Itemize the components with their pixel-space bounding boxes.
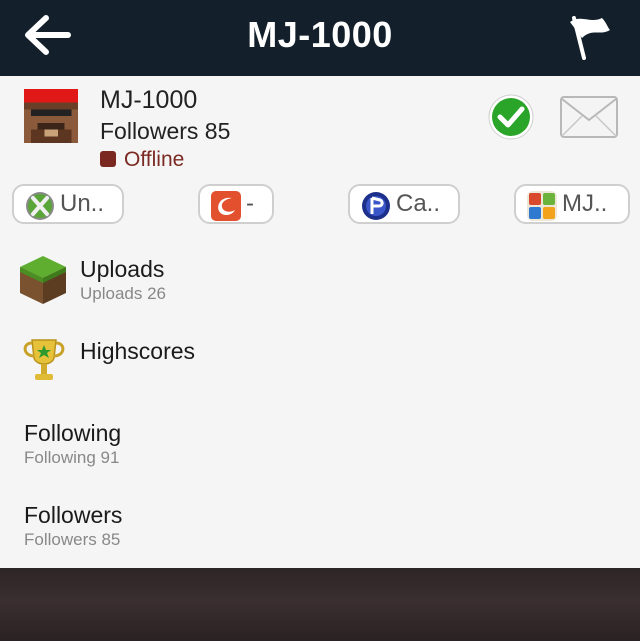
platform-chip-label: Un.. (60, 190, 105, 217)
menu-row-uploads[interactable]: Uploads Uploads 26 (0, 246, 640, 326)
playstation-icon (362, 192, 390, 220)
platform-chip-playstation[interactable]: Ca.. (348, 184, 460, 224)
platform-chip-game-center[interactable]: MJ.. (514, 184, 630, 224)
footer-background (0, 568, 640, 641)
xbox-icon (26, 192, 54, 220)
profile-followers-count: Followers 85 (100, 118, 231, 144)
grass-block-icon (20, 256, 66, 304)
page-title: MJ-1000 (247, 14, 393, 55)
checkmark-icon[interactable] (487, 93, 535, 141)
menu-row-title: Highscores (80, 338, 196, 364)
status-dot-icon (100, 151, 116, 167)
platform-chip-label: MJ.. (562, 190, 608, 217)
menu-row-subtitle: Following 91 (24, 448, 120, 467)
menu-row-subtitle: Followers 85 (24, 530, 121, 549)
avatar[interactable] (24, 89, 78, 143)
menu-row-highscores[interactable]: Highscores (0, 328, 640, 408)
platform-chip-label: - (246, 190, 254, 217)
menu-row-title: Following (24, 420, 122, 446)
origin-icon (211, 191, 241, 221)
platform-chip-label: Ca.. (396, 190, 441, 217)
status-indicator: Offline (100, 148, 184, 172)
profile-header: MJ-1000 Followers 85 Offline (0, 76, 640, 176)
menu-row-title: Uploads (80, 256, 165, 282)
menu-row-followers[interactable]: Followers Followers 85 (0, 492, 640, 572)
profile-name: MJ-1000 (100, 86, 198, 114)
menu-row-following[interactable]: Following Following 91 (0, 410, 640, 490)
menu-row-subtitle: Uploads 26 (80, 284, 167, 303)
status-label: Offline (124, 148, 185, 171)
platform-chip-origin[interactable]: - (198, 184, 274, 224)
menu-row-title: Followers (24, 502, 123, 528)
game-center-icon (527, 191, 557, 221)
top-bar: MJ-1000 (0, 0, 640, 76)
trophy-icon (23, 339, 65, 380)
platform-chip-xbox[interactable]: Un.. (12, 184, 124, 224)
mail-envelope-icon[interactable] (560, 96, 618, 138)
report-flag-icon[interactable] (562, 10, 614, 62)
